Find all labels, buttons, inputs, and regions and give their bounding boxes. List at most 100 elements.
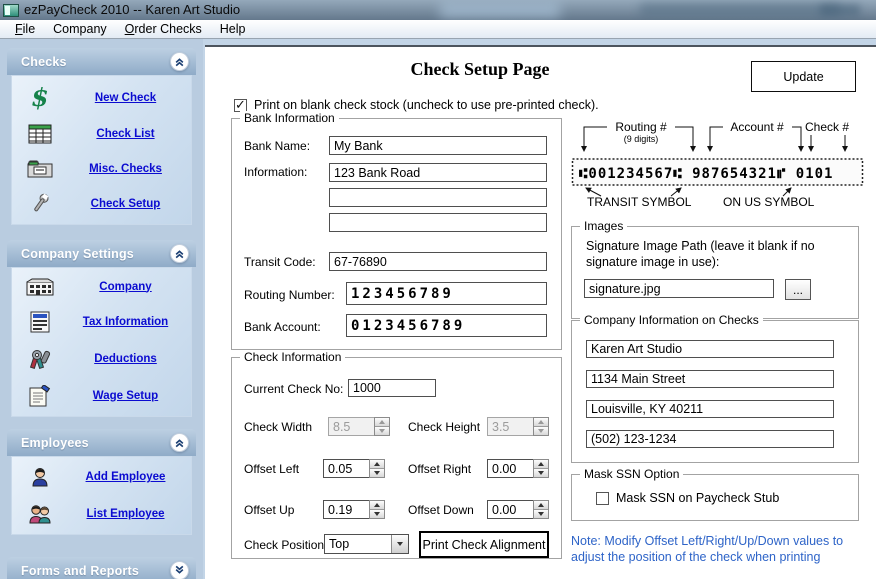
section-title: Forms and Reports: [21, 564, 139, 578]
company-phone-input[interactable]: [586, 430, 834, 448]
group-title: Mask SSN Option: [580, 467, 683, 481]
collapse-button[interactable]: [170, 433, 189, 452]
check-diagram: Routing # (9 digits) Account # Check # ⑆…: [571, 118, 867, 211]
bank-name-input[interactable]: [329, 136, 547, 155]
titlebar-smudge: [820, 4, 860, 16]
stepper-up-button: [375, 418, 389, 426]
sidebar-item-label: Check Setup: [68, 198, 191, 210]
sidebar-item-add-employee[interactable]: Add Employee: [12, 467, 191, 487]
offset-down-value[interactable]: [487, 500, 533, 519]
offset-up-value[interactable]: [323, 500, 369, 519]
menu-file[interactable]: File: [6, 21, 44, 37]
sidebar-section-employees-header: Employees: [7, 429, 196, 456]
main-panel: Check Setup Page Update Print on blank c…: [205, 45, 876, 579]
offset-right-stepper[interactable]: [487, 459, 549, 478]
signature-path-input[interactable]: [584, 279, 774, 298]
menu-order-checks[interactable]: Order Checks: [116, 21, 211, 37]
mask-ssn-checkbox[interactable]: [596, 492, 609, 505]
chevron-up-icon: [172, 246, 187, 261]
group-title: Images: [580, 219, 627, 233]
sidebar-item-list-employee[interactable]: List Employee: [12, 504, 191, 524]
sidebar-item-deductions[interactable]: Deductions: [12, 348, 191, 370]
check-width-value: [328, 417, 374, 436]
sidebar-panel-employees: Add Employee List Employee: [11, 456, 192, 535]
images-group: Images Signature Image Path (leave it bl…: [571, 226, 859, 319]
offset-note: Note: Modify Offset Left/Right/Up/Down v…: [571, 533, 871, 566]
current-check-no-label: Current Check No:: [244, 382, 343, 396]
window-title: ezPayCheck 2010 -- Karen Art Studio: [24, 2, 240, 17]
bank-account-label: Bank Account:: [244, 320, 321, 334]
bank-information-input-2[interactable]: [329, 188, 547, 207]
sidebar-section-forms-reports-header: Forms and Reports: [7, 557, 196, 579]
stepper-down-button[interactable]: [370, 509, 384, 518]
onus-symbol-label: ON US SYMBOL: [723, 195, 815, 208]
app-icon: [3, 4, 19, 17]
chevron-up-icon: [172, 435, 187, 450]
dollar-icon: $: [12, 85, 68, 110]
menu-company[interactable]: Company: [44, 21, 116, 37]
check-height-value: [487, 417, 533, 436]
check-number-label: Check #: [805, 120, 849, 134]
stepper-down-button[interactable]: [370, 468, 384, 477]
page-title: Check Setup Page: [265, 59, 695, 80]
sidebar-item-tax-information[interactable]: Tax Information: [12, 311, 191, 333]
mask-ssn-group: Mask SSN Option Mask SSN on Paycheck Stu…: [571, 474, 859, 521]
sidebar-item-wage-setup[interactable]: Wage Setup: [12, 385, 191, 407]
offset-right-value[interactable]: [487, 459, 533, 478]
sidebar: Checks $ New Check Check List Misc.: [0, 39, 203, 579]
content-area: Checks $ New Check Check List Misc.: [0, 39, 876, 579]
blank-stock-checkbox[interactable]: [234, 99, 247, 112]
sidebar-item-new-check[interactable]: $ New Check: [12, 85, 191, 110]
mask-ssn-checkbox-row: Mask SSN on Paycheck Stub: [596, 491, 779, 505]
stepper-down-button[interactable]: [534, 468, 548, 477]
offset-left-stepper[interactable]: [323, 459, 385, 478]
browse-button[interactable]: ...: [785, 279, 811, 300]
stepper-buttons: [369, 459, 385, 478]
menu-help[interactable]: Help: [211, 21, 255, 37]
stepper-up-button[interactable]: [370, 501, 384, 509]
offset-left-label: Offset Left: [244, 462, 299, 476]
company-city-input[interactable]: [586, 400, 834, 418]
update-button[interactable]: Update: [751, 61, 856, 92]
sidebar-section-company-settings-header: Company Settings: [7, 240, 196, 267]
stepper-up-button[interactable]: [534, 460, 548, 468]
stepper-up-button[interactable]: [534, 501, 548, 509]
chevron-down-icon: [172, 563, 187, 578]
print-check-alignment-button[interactable]: Print Check Alignment: [419, 531, 549, 558]
offset-left-value[interactable]: [323, 459, 369, 478]
stepper-down-button: [375, 426, 389, 435]
bank-information-input-3[interactable]: [329, 213, 547, 232]
sidebar-item-check-setup[interactable]: Check Setup: [12, 193, 191, 215]
micr-diagram: Routing # (9 digits) Account # Check # ⑆…: [571, 118, 865, 208]
sidebar-item-company[interactable]: Company: [12, 278, 191, 296]
stepper-down-button[interactable]: [534, 509, 548, 518]
bank-information-input-1[interactable]: [329, 163, 547, 182]
offset-down-stepper[interactable]: [487, 500, 549, 519]
stepper-buttons: [369, 500, 385, 519]
bank-account-input[interactable]: [346, 314, 547, 337]
building-icon: [12, 278, 68, 296]
sidebar-item-check-list[interactable]: Check List: [12, 124, 191, 144]
collapse-button[interactable]: [170, 244, 189, 263]
sidebar-item-misc-checks[interactable]: Misc. Checks: [12, 159, 191, 179]
current-check-no-input[interactable]: [348, 379, 436, 397]
transit-code-input[interactable]: [329, 252, 547, 271]
check-position-label: Check Position: [244, 538, 324, 552]
sidebar-panel-checks: $ New Check Check List Misc. Checks Che: [11, 75, 192, 225]
sidebar-item-label: Company: [68, 281, 191, 293]
company-street-input[interactable]: [586, 370, 834, 388]
chevron-up-icon: [172, 54, 187, 69]
collapse-button[interactable]: [170, 52, 189, 71]
company-name-input[interactable]: [586, 340, 834, 358]
check-position-dropdown[interactable]: Top: [324, 534, 409, 554]
check-height-stepper: [487, 417, 549, 436]
micr-line: ⑆001234567⑆ 987654321⑈ 0101: [579, 166, 834, 182]
group-title: Bank Information: [240, 111, 339, 125]
offset-up-stepper[interactable]: [323, 500, 385, 519]
routing-number-input[interactable]: [346, 282, 547, 305]
stepper-up-button[interactable]: [370, 460, 384, 468]
expand-button[interactable]: [170, 561, 189, 579]
menu-bar: File Company Order Checks Help: [0, 20, 876, 39]
dropdown-arrow-button[interactable]: [391, 535, 408, 553]
company-info-group: Company Information on Checks: [571, 320, 859, 463]
